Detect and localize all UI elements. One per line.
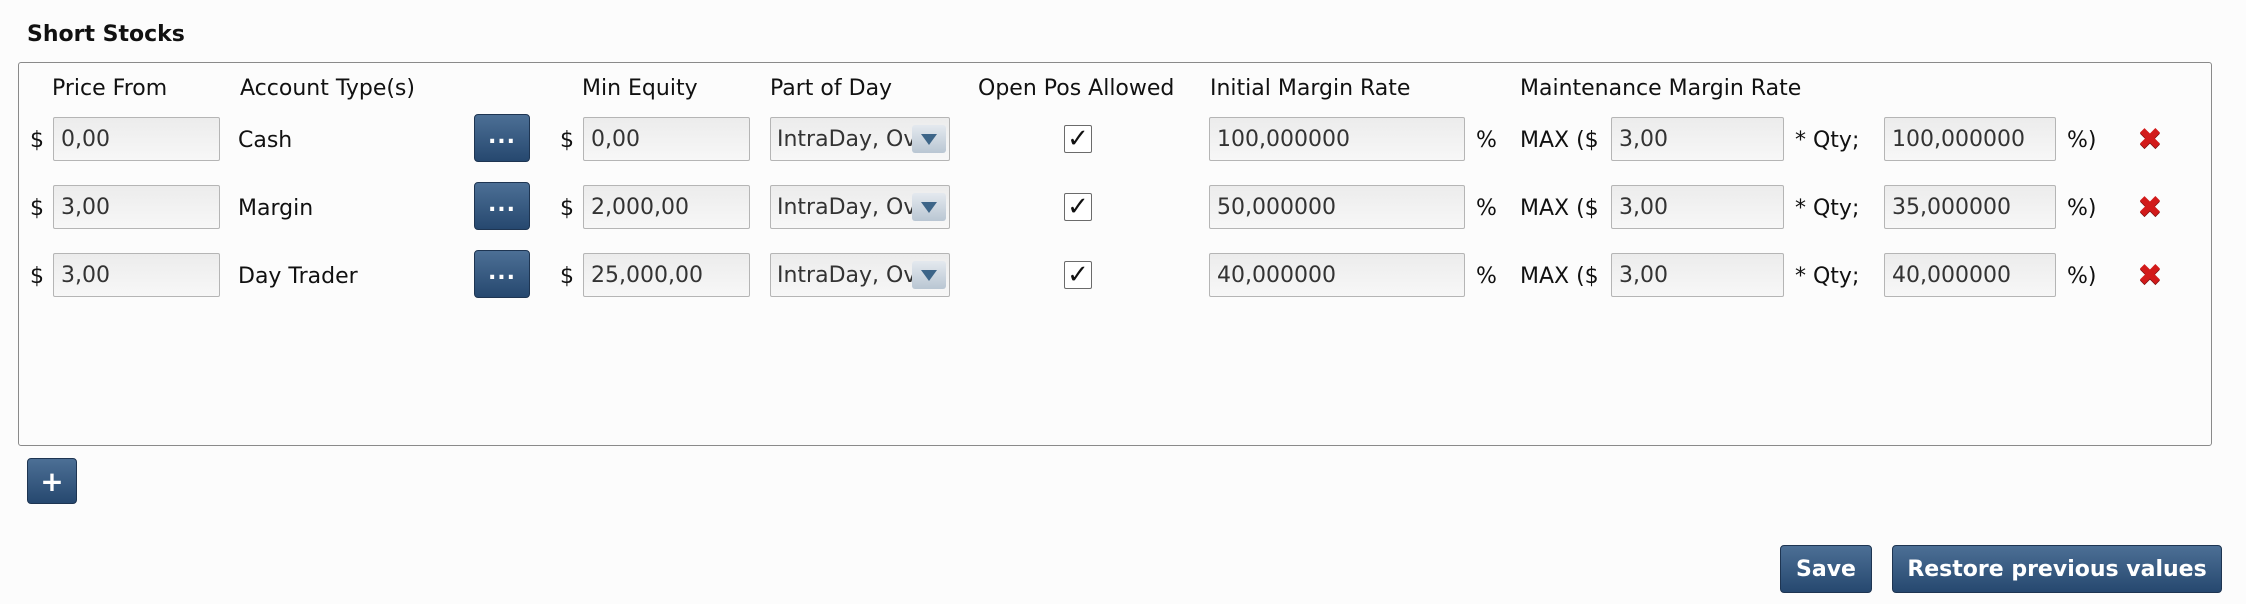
account-types-picker-button[interactable]: ... <box>474 182 530 230</box>
part-of-day-value: IntraDay, Overnight <box>777 262 917 288</box>
header-account-types: Account Type(s) <box>240 76 415 101</box>
equity-currency-symbol: $ <box>560 195 574 221</box>
delete-icon[interactable]: ✖ <box>2136 261 2164 291</box>
maint-percent-close: %) <box>2067 195 2097 221</box>
header-price-from: Price From <box>52 76 168 101</box>
section-title: Short Stocks <box>27 22 185 47</box>
chevron-down-icon[interactable] <box>912 193 946 221</box>
initial-rate-percent: % <box>1476 195 1497 221</box>
part-of-day-select[interactable]: IntraDay, Overnight <box>770 185 950 229</box>
initial-margin-rate-input[interactable]: 100,000000 <box>1209 117 1465 161</box>
add-row-button[interactable]: + <box>27 458 77 504</box>
chevron-down-icon[interactable] <box>912 125 946 153</box>
min-equity-input[interactable]: 2,000,00 <box>583 185 750 229</box>
rule-row: $ 3,00 Margin ... $ 2,000,00 IntraDay, O… <box>0 182 2246 231</box>
min-equity-input[interactable]: 25,000,00 <box>583 253 750 297</box>
price-currency-symbol: $ <box>30 195 44 221</box>
price-currency-symbol: $ <box>30 127 44 153</box>
maint-qty-label: * Qty; <box>1795 263 1860 289</box>
header-maintenance-margin-rate: Maintenance Margin Rate <box>1520 76 1802 101</box>
maint-max-label: MAX ($ <box>1520 195 1599 221</box>
initial-rate-percent: % <box>1476 127 1497 153</box>
maint-max-label: MAX ($ <box>1520 127 1599 153</box>
open-pos-allowed-checkbox[interactable]: ✓ <box>1064 193 1092 221</box>
account-type-label: Margin <box>238 195 314 221</box>
equity-currency-symbol: $ <box>560 127 574 153</box>
restore-button[interactable]: Restore previous values <box>1892 545 2222 593</box>
header-min-equity: Min Equity <box>582 76 698 101</box>
maint-base-input[interactable]: 3,00 <box>1611 253 1784 297</box>
price-from-input[interactable]: 3,00 <box>53 253 220 297</box>
maint-base-input[interactable]: 3,00 <box>1611 185 1784 229</box>
initial-rate-percent: % <box>1476 263 1497 289</box>
price-currency-symbol: $ <box>30 263 44 289</box>
price-from-input[interactable]: 0,00 <box>53 117 220 161</box>
part-of-day-value: IntraDay, Overnight <box>777 126 917 152</box>
part-of-day-value: IntraDay, Overnight <box>777 194 917 220</box>
maint-rate-input[interactable]: 35,000000 <box>1884 185 2056 229</box>
save-button[interactable]: Save <box>1780 545 1872 593</box>
maint-qty-label: * Qty; <box>1795 195 1860 221</box>
rule-row: $ 3,00 Day Trader ... $ 25,000,00 IntraD… <box>0 250 2246 299</box>
account-type-label: Cash <box>238 127 293 153</box>
account-types-picker-button[interactable]: ... <box>474 250 530 298</box>
part-of-day-select[interactable]: IntraDay, Overnight <box>770 117 950 161</box>
initial-margin-rate-input[interactable]: 50,000000 <box>1209 185 1465 229</box>
maint-max-label: MAX ($ <box>1520 263 1599 289</box>
account-type-label: Day Trader <box>238 263 358 289</box>
maint-percent-close: %) <box>2067 127 2097 153</box>
maint-qty-label: * Qty; <box>1795 127 1860 153</box>
maint-percent-close: %) <box>2067 263 2097 289</box>
maint-rate-input[interactable]: 100,000000 <box>1884 117 2056 161</box>
chevron-down-icon[interactable] <box>912 261 946 289</box>
open-pos-allowed-checkbox[interactable]: ✓ <box>1064 261 1092 289</box>
account-types-picker-button[interactable]: ... <box>474 114 530 162</box>
header-part-of-day: Part of Day <box>770 76 893 101</box>
min-equity-input[interactable]: 0,00 <box>583 117 750 161</box>
rule-row: $ 0,00 Cash ... $ 0,00 IntraDay, Overnig… <box>0 114 2246 163</box>
equity-currency-symbol: $ <box>560 263 574 289</box>
open-pos-allowed-checkbox[interactable]: ✓ <box>1064 125 1092 153</box>
maint-rate-input[interactable]: 40,000000 <box>1884 253 2056 297</box>
header-open-pos-allowed: Open Pos Allowed <box>978 76 1175 101</box>
price-from-input[interactable]: 3,00 <box>53 185 220 229</box>
maint-base-input[interactable]: 3,00 <box>1611 117 1784 161</box>
delete-icon[interactable]: ✖ <box>2136 193 2164 223</box>
initial-margin-rate-input[interactable]: 40,000000 <box>1209 253 1465 297</box>
delete-icon[interactable]: ✖ <box>2136 125 2164 155</box>
header-initial-margin-rate: Initial Margin Rate <box>1210 76 1411 101</box>
part-of-day-select[interactable]: IntraDay, Overnight <box>770 253 950 297</box>
